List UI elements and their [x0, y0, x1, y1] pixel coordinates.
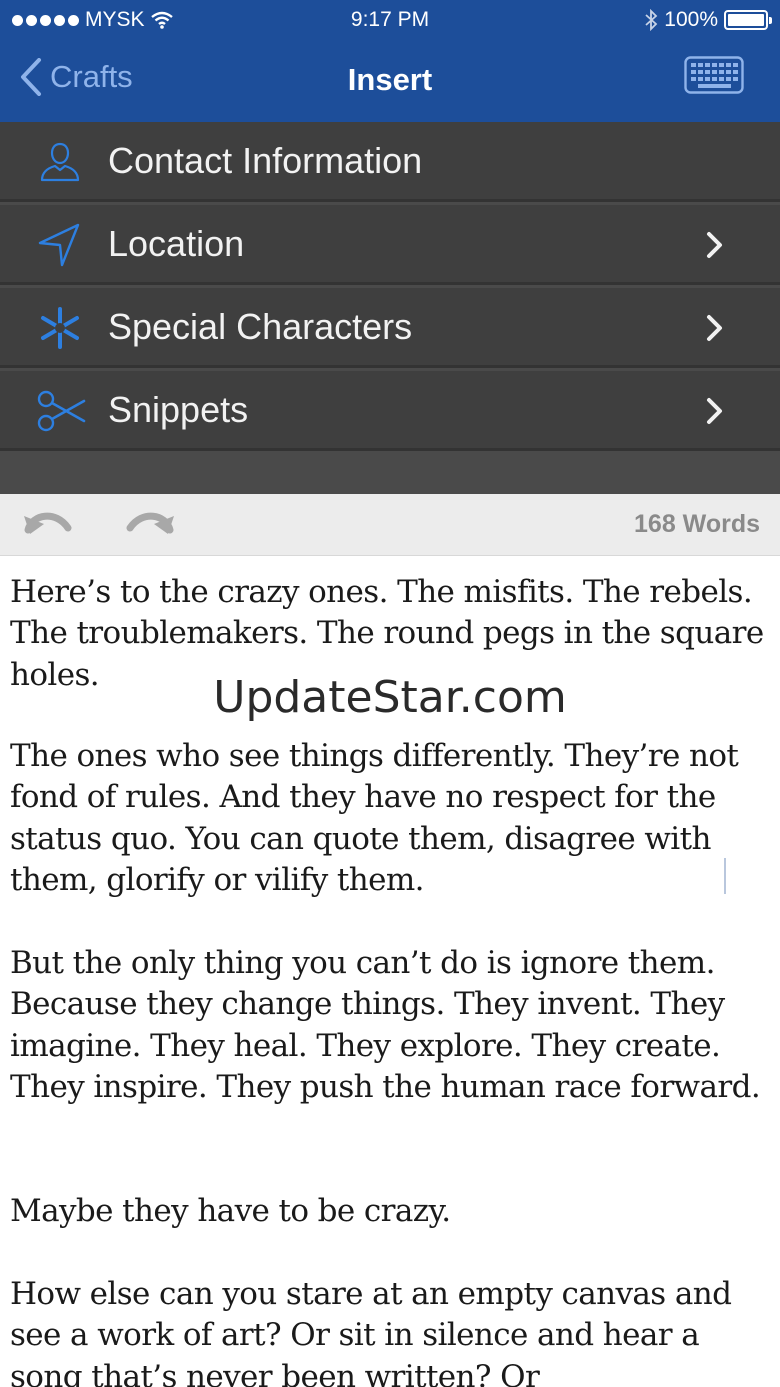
paragraph: Maybe they have to be crazy. — [10, 1193, 451, 1229]
bluetooth-icon — [645, 9, 658, 31]
menu-item-label: Location — [108, 223, 245, 264]
insert-menu: Contact Information Location Special Cha… — [0, 122, 780, 494]
scissors-icon — [37, 390, 86, 432]
page-title: Insert — [347, 62, 433, 97]
menu-item-location[interactable]: Location — [0, 205, 780, 285]
undo-icon[interactable] — [22, 506, 74, 542]
asterisk-icon — [41, 307, 79, 349]
battery-percent: 100% — [664, 8, 718, 31]
keyboard-icon[interactable] — [684, 56, 744, 94]
editor-toolbar: 168 Words — [0, 494, 780, 556]
paragraph: How else can you stare at an empty canva… — [10, 1276, 732, 1387]
paragraph: The ones who see things differently. The… — [10, 738, 739, 899]
menu-item-contact-information[interactable]: Contact Information — [0, 122, 780, 202]
status-bar: MYSK 9:17 PM 100% — [0, 0, 780, 40]
chevron-right-icon — [707, 315, 722, 341]
chevron-right-icon — [707, 398, 722, 424]
chevron-right-icon — [707, 232, 722, 258]
word-count: 168 Words — [634, 510, 760, 538]
top-bar: MYSK 9:17 PM 100% Crafts Insert — [0, 0, 780, 122]
redo-icon[interactable] — [124, 506, 176, 542]
menu-item-label: Snippets — [108, 389, 249, 430]
menu-item-special-characters[interactable]: Special Characters — [0, 288, 780, 368]
menu-item-snippets[interactable]: Snippets — [0, 371, 780, 451]
menu-item-label: Special Characters — [108, 306, 413, 347]
navigation-bar: Crafts Insert — [0, 40, 780, 122]
location-arrow-icon — [38, 223, 80, 267]
text-cursor — [724, 858, 726, 894]
battery-icon — [724, 10, 772, 30]
menu-item-label: Contact Information — [108, 140, 423, 181]
person-icon — [40, 142, 80, 182]
status-right: 100% — [644, 8, 772, 32]
watermark: UpdateStar.com — [213, 672, 567, 723]
paragraph: But the only thing you can’t do is ignor… — [10, 945, 761, 1106]
